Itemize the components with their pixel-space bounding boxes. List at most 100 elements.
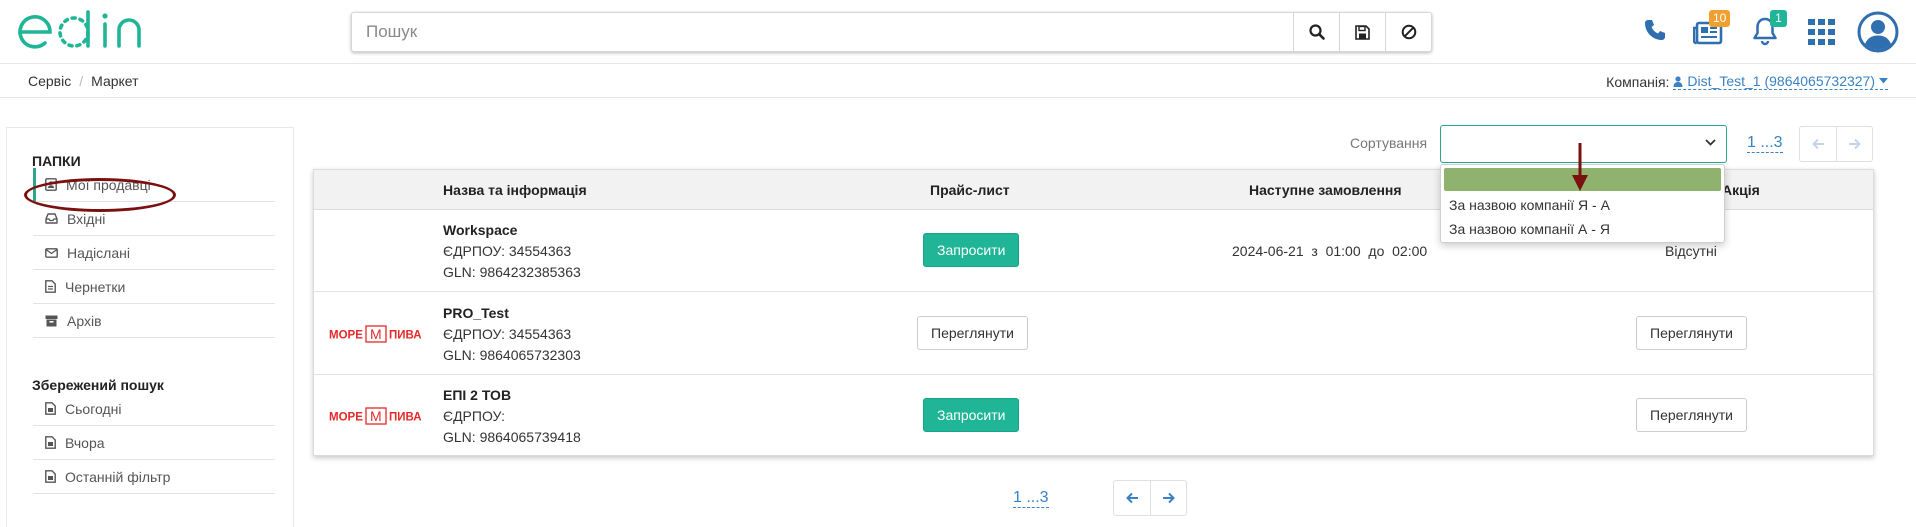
view-price-list-button[interactable]: Переглянути [917,316,1028,350]
seller-info: PRO_Test ЄДРПОУ: 34554363 GLN: 986406573… [443,303,581,366]
user-avatar-icon [1857,11,1899,53]
sidebar-item-inbox[interactable]: Вхідні [33,202,275,236]
breadcrumb: Сервіс / Маркет [28,73,139,89]
arrow-left-icon [1125,492,1138,504]
svg-text:ПИВА: ПИВА [389,412,422,424]
company-value: Dist_Test_1 (9864065732327) [1687,73,1875,89]
next-page-button[interactable] [1150,481,1186,515]
next-order-time: 2024-06-21 з 01:00 до 02:00 [1232,243,1428,259]
seller-gln: GLN: 9864232385363 [443,264,581,280]
pagination-buttons-top [1799,126,1873,162]
sidebar: ПАПКИ Мої продавці Вхідні Надіслані Черн… [6,127,294,527]
pagination-pages-top[interactable]: 1 ...3 [1747,134,1783,153]
breadcrumb-item-service[interactable]: Сервіс [28,73,71,89]
pagination-buttons-bottom [1113,480,1187,516]
folders-title: ПАПКИ [32,153,81,169]
archive-icon [45,315,58,326]
contact-card-icon [45,178,57,191]
sidebar-item-label: Чернетки [65,278,126,295]
column-header-name: Назва та інформація [443,182,587,198]
sidebar-item-label: Архів [67,312,102,329]
sort-select[interactable] [1440,125,1727,163]
notifications-badge: 1 [1770,10,1787,27]
prev-page-button[interactable] [1114,481,1150,515]
search-bar [351,12,1432,52]
breadcrumb-separator: / [79,73,84,89]
seller-info: Workspace ЄДРПОУ: 34554363 GLN: 98642323… [443,220,581,283]
next-page-button[interactable] [1836,127,1872,161]
documents-badge: 10 [1709,10,1731,27]
prev-page-button[interactable] [1800,127,1836,161]
sidebar-item-sent[interactable]: Надіслані [33,236,275,270]
svg-text:ПИВА: ПИВА [389,330,422,342]
svg-text:МОРЕ: МОРЕ [329,412,363,424]
sort-option-empty-selected[interactable] [1444,168,1721,191]
seller-gln: GLN: 9864065732303 [443,347,581,363]
clear-search-button[interactable] [1385,13,1431,51]
seller-gln: GLN: 9864065739418 [443,429,581,445]
sidebar-item-label: Вхідні [67,210,106,227]
arrow-right-icon [1849,138,1861,150]
company-dropdown[interactable]: Dist_Test_1 (9864065732327) [1673,73,1888,90]
seller-edrpou: ЄДРПОУ: 34554363 [443,326,572,342]
breadcrumb-item-market: Маркет [91,73,139,89]
envelope-icon [45,247,58,258]
sidebar-item-label: Вчора [65,434,105,451]
arrow-right-icon [1163,492,1175,504]
sidebar-item-drafts[interactable]: Чернетки [33,270,275,304]
sidebar-item-archive[interactable]: Архів [33,304,275,338]
saved-filter-icon [45,402,56,415]
search-button[interactable] [1293,13,1339,51]
chevron-down-icon [1705,139,1716,146]
top-bar: 10 1 [0,0,1916,64]
promo-status: Відсутні [1665,243,1717,259]
breadcrumb-bar: Сервіс / Маркет Компанія: Dist_Test_1 (9… [0,65,1916,98]
seller-edrpou: ЄДРПОУ: [443,408,506,424]
edin-logo[interactable] [16,10,158,54]
sidebar-item-my-sellers[interactable]: Мої продавці [33,168,275,202]
seller-name[interactable]: ЕПІ 2 ТОВ [443,385,581,406]
saved-filter-icon [45,436,56,449]
request-price-list-button[interactable]: Запросити [923,233,1020,267]
request-price-list-button[interactable]: Запросити [923,398,1020,432]
sidebar-item-last-filter[interactable]: Останній фільтр [33,460,275,494]
seller-name[interactable]: Workspace [443,220,581,241]
search-icon [1308,24,1325,40]
view-promo-button[interactable]: Переглянути [1636,316,1747,350]
phone-icon [1645,20,1665,40]
sidebar-item-yesterday[interactable]: Вчора [33,426,275,460]
sidebar-item-today[interactable]: Сьогодні [33,392,275,426]
svg-text:МОРЕ: МОРЕ [329,330,363,342]
phone-button[interactable] [1643,18,1667,42]
seller-edrpou: ЄДРПОУ: 34554363 [443,243,572,259]
svg-text:М: М [370,326,382,342]
pagination-pages-bottom[interactable]: 1 ...3 [1013,489,1049,508]
seller-info: ЕПІ 2 ТОВ ЄДРПОУ: GLN: 9864065739418 [443,385,581,448]
apps-grid-icon [1808,19,1835,45]
inbox-icon [45,213,58,224]
column-header-price-list: Прайс-лист [930,182,1010,198]
sidebar-item-label: Сьогодні [65,400,122,417]
seller-logo: МОРЕ М ПИВА [329,325,425,343]
floppy-disk-icon [1355,24,1370,40]
apps-button[interactable] [1808,19,1836,45]
table-row: МОРЕ М ПИВА PRO_Test ЄДРПОУ: 34554363 GL… [314,293,1873,375]
caret-down-icon [1879,78,1888,84]
saved-filter-icon [45,470,56,483]
draft-doc-icon [45,280,56,293]
column-header-next-order: Наступне замовлення [1249,182,1402,198]
view-promo-button[interactable]: Переглянути [1636,398,1747,432]
svg-text:М: М [370,408,382,424]
seller-name[interactable]: PRO_Test [443,303,581,324]
ban-icon [1401,24,1416,40]
seller-logo: МОРЕ М ПИВА [329,407,425,425]
user-icon [1673,75,1683,87]
sort-option-name-desc[interactable]: За назвою компанії Я - А [1449,197,1610,213]
user-menu-button[interactable] [1857,11,1899,53]
save-search-button[interactable] [1339,13,1385,51]
sidebar-item-label: Останній фільтр [65,468,171,485]
arrow-left-icon [1811,138,1824,150]
sort-option-name-asc[interactable]: За назвою компанії А - Я [1449,221,1610,237]
search-input[interactable] [352,13,1293,51]
company-label: Компанія: [1606,73,1670,90]
